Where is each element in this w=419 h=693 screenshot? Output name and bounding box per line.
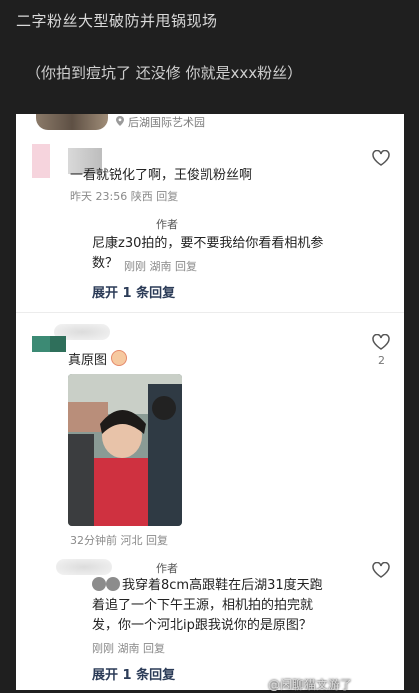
- location-text: 后湖国际艺术园: [128, 116, 205, 129]
- expand-replies-button[interactable]: 展开 1 条回复: [92, 664, 175, 683]
- reply-text-line: 我穿着8cm高跟鞋在后湖31度天跑: [92, 576, 323, 596]
- location-row[interactable]: 后湖国际艺术园: [16, 114, 404, 132]
- reply-avatar-blurred[interactable]: [56, 559, 112, 575]
- photo-scene: [68, 374, 182, 526]
- blush-emoji-icon: [111, 350, 128, 366]
- reply-meta[interactable]: 刚刚 湖南 回复: [92, 640, 165, 656]
- like-count: 2: [378, 354, 385, 367]
- like-heart-icon[interactable]: [372, 334, 390, 350]
- poop-emoji-icon: [92, 577, 106, 591]
- avatar[interactable]: [32, 144, 50, 178]
- reply-text-line: 着追了一个下午王源，相机拍的拍完就: [92, 598, 314, 613]
- post-title: 二字粉丝大型破防并甩锅现场: [16, 12, 218, 30]
- screenshot-card: 后湖国际艺术园 一看就锐化了啊，王俊凯粉丝啊 昨天 23:56 陕西 回复 作者…: [16, 114, 404, 690]
- comment-text: 一看就锐化了啊，王俊凯粉丝啊: [70, 168, 253, 183]
- reply-text-content: 我穿着8cm高跟鞋在后湖31度天跑: [122, 578, 323, 593]
- expand-replies-button[interactable]: 展开 1 条回复: [92, 282, 175, 301]
- comment-photo[interactable]: [68, 374, 182, 526]
- reply-text-line: 发，你一个河北ip跟我说你的是原图？: [92, 618, 312, 633]
- avatar-part: [50, 336, 66, 352]
- comment-meta[interactable]: 昨天 23:56 陕西 回复: [70, 188, 178, 204]
- reply-text-line: 尼康z30拍的，要不要我给你看看相机参: [92, 236, 324, 251]
- post-subtitle: （你拍到痘坑了 还没修 你就是xxx粉丝）: [26, 64, 303, 82]
- reply-meta[interactable]: 刚刚 湖南 回复: [124, 258, 197, 274]
- like-heart-icon[interactable]: [372, 150, 390, 166]
- reply-text-line: 数？: [92, 256, 119, 271]
- comment-text-content: 真原图: [68, 353, 108, 368]
- location-thumbnail: [36, 114, 108, 130]
- comment-meta[interactable]: 32分钟前 河北 回复: [70, 532, 168, 548]
- poop-emoji-icon: [106, 577, 120, 591]
- author-tag: 作者: [156, 218, 178, 231]
- like-heart-icon[interactable]: [372, 562, 390, 578]
- comment-text: 真原图: [68, 350, 128, 371]
- location-pin-icon: [116, 116, 124, 126]
- divider: [16, 312, 404, 313]
- author-tag: 作者: [156, 562, 178, 575]
- watermark: @闲聊猫文游了: [268, 678, 353, 692]
